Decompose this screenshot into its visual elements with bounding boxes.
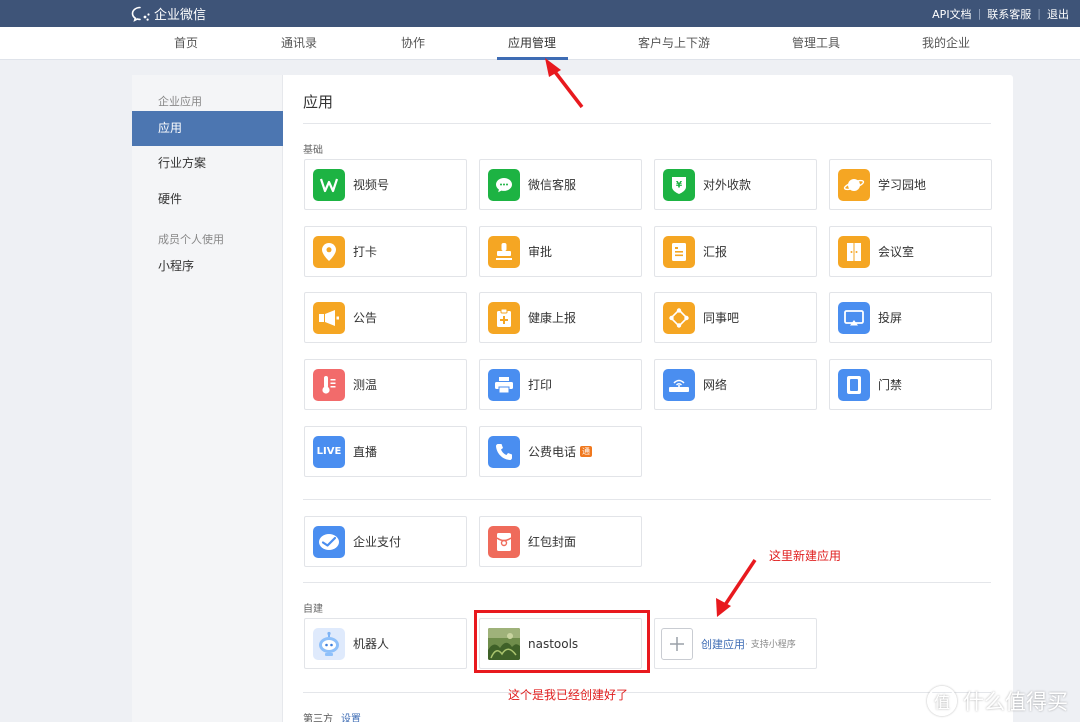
arrow-to-app-management (545, 58, 584, 109)
highlight-box-nastools (474, 610, 650, 673)
watermark-text: 什么值得买 (963, 690, 1068, 714)
annotation-created-hint: 这个是我已经创建好了 (508, 688, 629, 702)
arrow-to-create-app (716, 559, 757, 617)
watermark-logo-icon: 值 (927, 686, 957, 716)
annotation-create-hint: 这里新建应用 (769, 549, 842, 563)
watermark: 值 什么值得买 (927, 686, 1068, 716)
